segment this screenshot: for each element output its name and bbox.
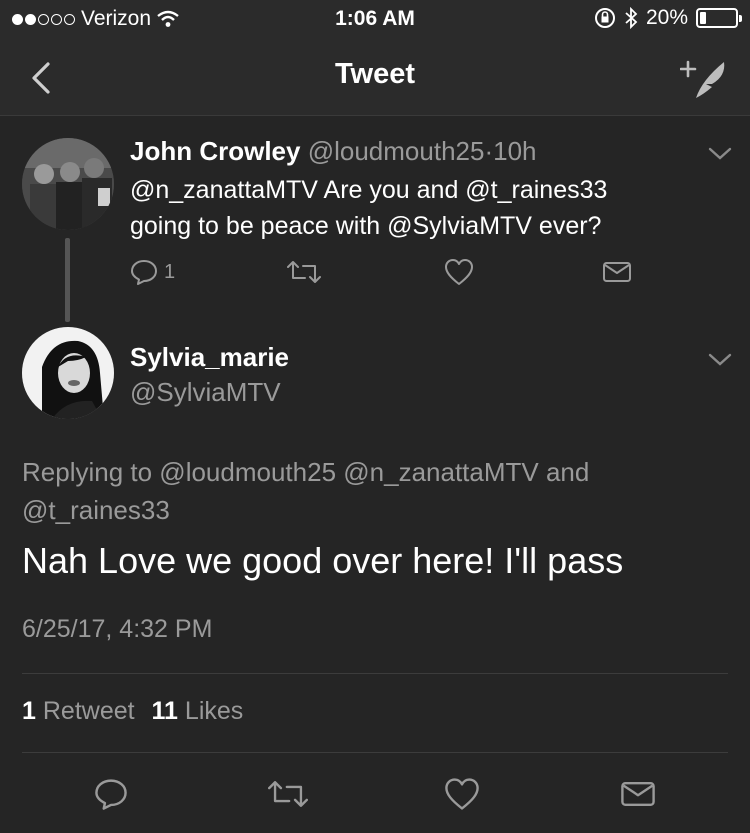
engagement-stats: 1 Retweet 11 Likes — [22, 697, 243, 726]
avatar-photo — [22, 327, 114, 419]
envelope-icon — [603, 262, 631, 282]
tweet-text-line: going to be peace with @SylviaMTV ever? — [130, 212, 602, 240]
avatar-photo — [22, 138, 114, 230]
retweet-button[interactable] — [268, 777, 308, 811]
bluetooth-icon — [625, 6, 638, 30]
page-title: Tweet — [334, 58, 416, 90]
author-name[interactable]: John Crowley — [130, 136, 300, 166]
battery-icon — [696, 8, 742, 28]
rotation-lock-icon — [594, 8, 615, 28]
replying-to-line: Replying to @loudmouth25 @n_zanattaMTV a… — [22, 457, 590, 487]
replying-to[interactable]: Replying to @loudmouth25 @n_zanattaMTV a… — [22, 453, 589, 529]
like-button[interactable] — [444, 777, 480, 811]
retweet-label: Retweet — [42, 697, 135, 725]
direct-message-button[interactable] — [620, 779, 656, 809]
direct-message-button[interactable] — [602, 260, 632, 284]
likes-stat[interactable]: 11 Likes — [152, 697, 244, 725]
retweet-icon — [268, 781, 308, 807]
retweet-button[interactable] — [287, 258, 321, 286]
tweet-text: Nah Love we good over here! I'll pass — [22, 540, 624, 581]
parent-tweet-header: John Crowley @loudmouth25·10h — [130, 136, 537, 167]
retweet-icon — [287, 261, 321, 283]
author-handle[interactable]: @loudmouth25 — [308, 136, 485, 166]
chevron-down-icon[interactable] — [708, 352, 732, 368]
nav-bar: Tweet — [0, 38, 750, 116]
reply-icon — [95, 779, 127, 810]
tweet-text-line: @n_zanattaMTV Are you and @t_raines33 — [130, 176, 608, 204]
chevron-down-icon[interactable] — [708, 146, 732, 162]
divider — [22, 752, 728, 753]
status-right: 20% — [594, 6, 742, 30]
separator-dot: · — [484, 136, 494, 166]
envelope-icon — [621, 782, 655, 806]
author-handle[interactable]: @SylviaMTV — [130, 377, 289, 408]
like-button[interactable] — [444, 258, 474, 286]
reply-count: 1 — [164, 260, 176, 283]
heart-icon — [445, 259, 473, 285]
like-label: Likes — [184, 697, 244, 725]
divider — [22, 673, 728, 674]
reply-button[interactable]: 1 — [130, 258, 175, 286]
tweet-age: 10h — [493, 136, 537, 166]
author-name[interactable]: Sylvia_marie — [130, 342, 289, 373]
retweet-count: 1 — [22, 697, 36, 725]
status-bar: Verizon 1:06 AM 20% — [0, 0, 750, 38]
compose-tweet-icon[interactable] — [680, 54, 730, 100]
tweet-timestamp: 6/25/17, 4:32 PM — [22, 615, 213, 643]
reply-button[interactable] — [94, 777, 128, 811]
tweet-text: @n_zanattaMTV Are you and @t_raines33 go… — [130, 172, 607, 244]
retweets-stat[interactable]: 1 Retweet — [22, 697, 135, 725]
thread-connector — [65, 238, 70, 322]
battery-percent: 20% — [645, 6, 688, 29]
main-tweet-author: Sylvia_marie @SylviaMTV — [130, 342, 289, 408]
replying-to-line: @t_raines33 — [22, 495, 170, 525]
avatar[interactable] — [22, 327, 114, 419]
like-count: 11 — [151, 697, 178, 725]
reply-icon — [131, 260, 157, 285]
heart-icon — [445, 778, 479, 810]
avatar[interactable] — [22, 138, 114, 230]
